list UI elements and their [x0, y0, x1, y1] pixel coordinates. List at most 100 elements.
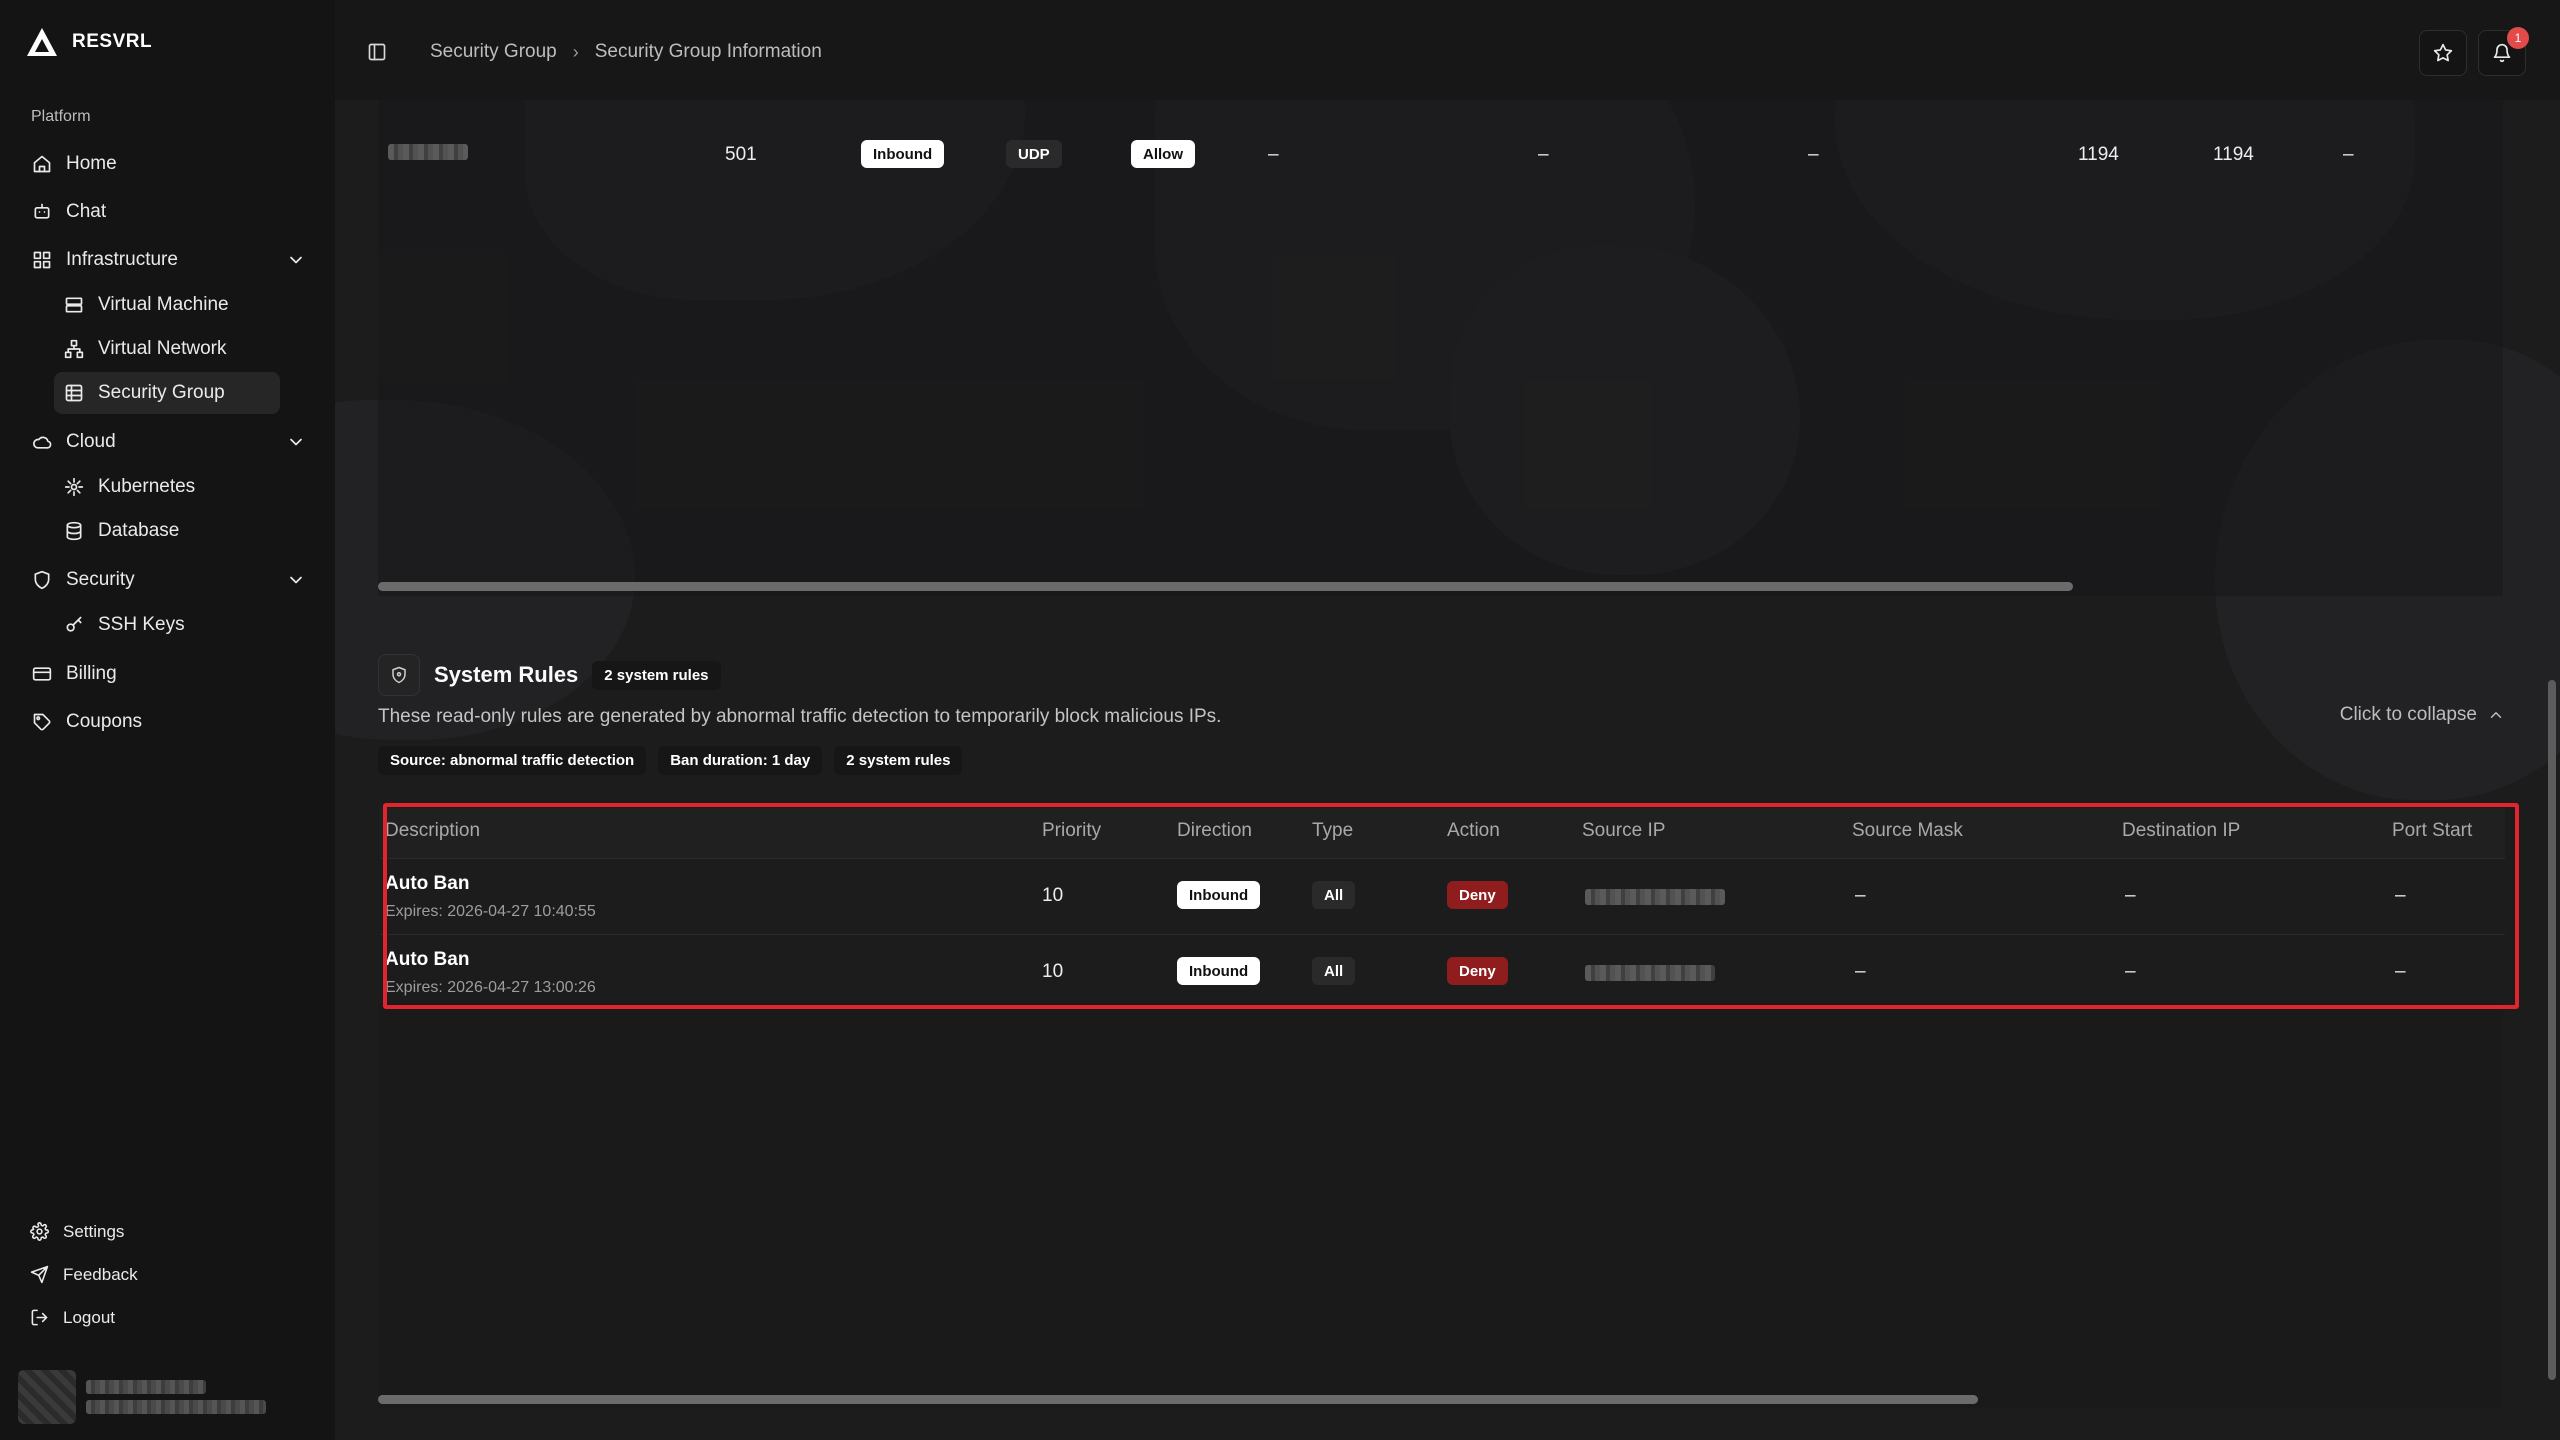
column-header-direction: Direction	[1177, 820, 1252, 841]
port-start: –	[2395, 885, 2406, 906]
sidebar-item-label: SSH Keys	[98, 614, 185, 635]
source-ip: –	[1268, 144, 1279, 165]
logout-label: Logout	[63, 1307, 115, 1327]
billing-icon	[32, 667, 52, 681]
sidebar-item-label: Security Group	[98, 382, 225, 403]
feedback-label: Feedback	[63, 1264, 138, 1284]
sidebar-item-chat[interactable]: Chat	[24, 188, 314, 236]
sidebar-item-label: Billing	[66, 663, 117, 684]
source-chip: Source: abnormal traffic detection	[378, 746, 647, 775]
logout-link[interactable]: Logout	[30, 1296, 138, 1339]
sidebar-item-home[interactable]: Home	[24, 140, 314, 188]
action-badge: Deny	[1447, 881, 1508, 909]
user-profile[interactable]	[18, 1370, 266, 1424]
system-rules-description: These read-only rules are generated by a…	[378, 706, 1222, 727]
sidebar-nav: Home Chat Infrastructure Virtual Machine…	[24, 140, 314, 746]
sidebar-item-infrastructure[interactable]: Infrastructure	[24, 236, 314, 284]
security-submenu: SSH Keys	[54, 604, 314, 646]
table-icon	[65, 384, 83, 402]
sidebar-item-ssh-keys[interactable]: SSH Keys	[54, 604, 280, 646]
top-header: Security Group › Security Group Informat…	[335, 0, 2560, 100]
chevron-down-icon[interactable]	[286, 570, 306, 590]
feedback-link[interactable]: Feedback	[30, 1253, 138, 1296]
sidebar-toggle-icon[interactable]	[367, 42, 387, 62]
rule-expires: Expires: 2026-04-27 13:00:26	[385, 979, 596, 996]
direction-badge: Inbound	[1177, 881, 1261, 909]
rules-count-chip: 2 system rules	[834, 746, 963, 775]
port-start: –	[2395, 961, 2406, 982]
server-icon	[65, 297, 83, 313]
coupon-icon	[33, 713, 51, 731]
system-rules-header: System Rules 2 system rules	[378, 654, 721, 696]
column-header-source-ip: Source IP	[1582, 820, 1666, 841]
custom-rules-table: 501 Inbound UDP Allow – – – 1194 1194 –	[378, 96, 2503, 596]
sidebar-item-label: Security	[66, 569, 135, 590]
gear-icon	[30, 1222, 49, 1241]
column-header-type: Type	[1312, 820, 1354, 841]
breadcrumb-security-group[interactable]: Security Group	[430, 41, 557, 63]
chevron-down-icon[interactable]	[286, 250, 306, 270]
sidebar-item-security-group[interactable]: Security Group	[54, 372, 280, 414]
table-row[interactable]: Auto Ban Expires: 2026-04-27 13:00:26 10…	[380, 934, 2505, 1010]
sidebar-item-cloud[interactable]: Cloud	[24, 418, 314, 466]
redacted-source-ip	[1585, 965, 1715, 981]
notifications-button[interactable]: 1	[2478, 27, 2529, 76]
action-badge: Deny	[1447, 957, 1508, 985]
settings-link[interactable]: Settings	[30, 1210, 138, 1253]
horizontal-scrollbar[interactable]	[378, 582, 2073, 591]
destination-ip: –	[2125, 961, 2136, 982]
direction-badge: Inbound	[1177, 957, 1261, 985]
home-icon	[33, 155, 51, 173]
vertical-scrollbar[interactable]	[2548, 680, 2556, 1380]
app-name: RESVRL	[72, 31, 153, 52]
shield-icon	[34, 570, 50, 590]
sidebar-item-virtual-machine[interactable]: Virtual Machine	[54, 284, 280, 326]
chevron-up-icon	[2490, 712, 2502, 718]
user-info-redacted	[86, 1380, 266, 1414]
chevron-right-icon: ›	[572, 41, 579, 62]
sidebar-group-label: Platform	[31, 108, 91, 125]
star-icon	[2433, 43, 2453, 62]
port-end: 1194	[2213, 144, 2254, 165]
horizontal-scrollbar[interactable]	[378, 1395, 1978, 1404]
table-row[interactable]: Auto Ban Expires: 2026-04-27 10:40:55 10…	[380, 858, 2505, 934]
redacted-source-ip	[1585, 889, 1725, 905]
sidebar-item-kubernetes[interactable]: Kubernetes	[54, 466, 280, 508]
sidebar-footer-links: Settings Feedback Logout	[30, 1210, 138, 1339]
collapse-toggle[interactable]: Click to collapse	[2340, 704, 2505, 726]
system-rules-table: Description Priority Direction Type Acti…	[380, 808, 2505, 1003]
favorite-button[interactable]	[2419, 30, 2467, 76]
extra-column: –	[2343, 144, 2354, 165]
infrastructure-icon	[33, 251, 51, 269]
system-rules-title: System Rules	[434, 662, 579, 687]
logout-icon	[31, 1309, 48, 1326]
rule-priority: 501	[725, 144, 757, 165]
sidebar-item-virtual-network[interactable]: Virtual Network	[54, 328, 280, 370]
column-header-description: Description	[385, 820, 481, 841]
source-mask: –	[1855, 961, 1866, 982]
key-icon	[66, 616, 82, 632]
sidebar-item-security[interactable]: Security	[24, 556, 314, 604]
sidebar-item-label: Kubernetes	[98, 476, 196, 497]
database-icon	[66, 521, 82, 541]
chevron-down-icon[interactable]	[286, 432, 306, 452]
app-logo[interactable]: RESVRL	[26, 26, 152, 58]
sidebar-item-label: Virtual Network	[98, 338, 227, 359]
table-row[interactable]: 501 Inbound UDP Allow – – – 1194 1194 –	[378, 126, 2503, 186]
sidebar-item-billing[interactable]: Billing	[24, 650, 314, 698]
rule-expires: Expires: 2026-04-27 10:40:55	[385, 903, 596, 920]
settings-label: Settings	[63, 1221, 125, 1241]
direction-badge: Inbound	[861, 140, 945, 168]
redacted-email	[86, 1400, 266, 1414]
column-header-action: Action	[1447, 820, 1500, 841]
redacted-username	[86, 1380, 206, 1394]
sidebar-item-label: Cloud	[66, 431, 116, 452]
avatar	[18, 1370, 76, 1424]
rule-title: Auto Ban	[385, 949, 470, 970]
network-icon	[64, 339, 84, 359]
sidebar-item-coupons[interactable]: Coupons	[24, 698, 314, 746]
column-header-source-mask: Source Mask	[1852, 820, 1963, 841]
bell-icon	[2493, 43, 2511, 63]
sidebar-item-database[interactable]: Database	[54, 510, 280, 552]
system-rules-table-body-area	[378, 1003, 2503, 1408]
